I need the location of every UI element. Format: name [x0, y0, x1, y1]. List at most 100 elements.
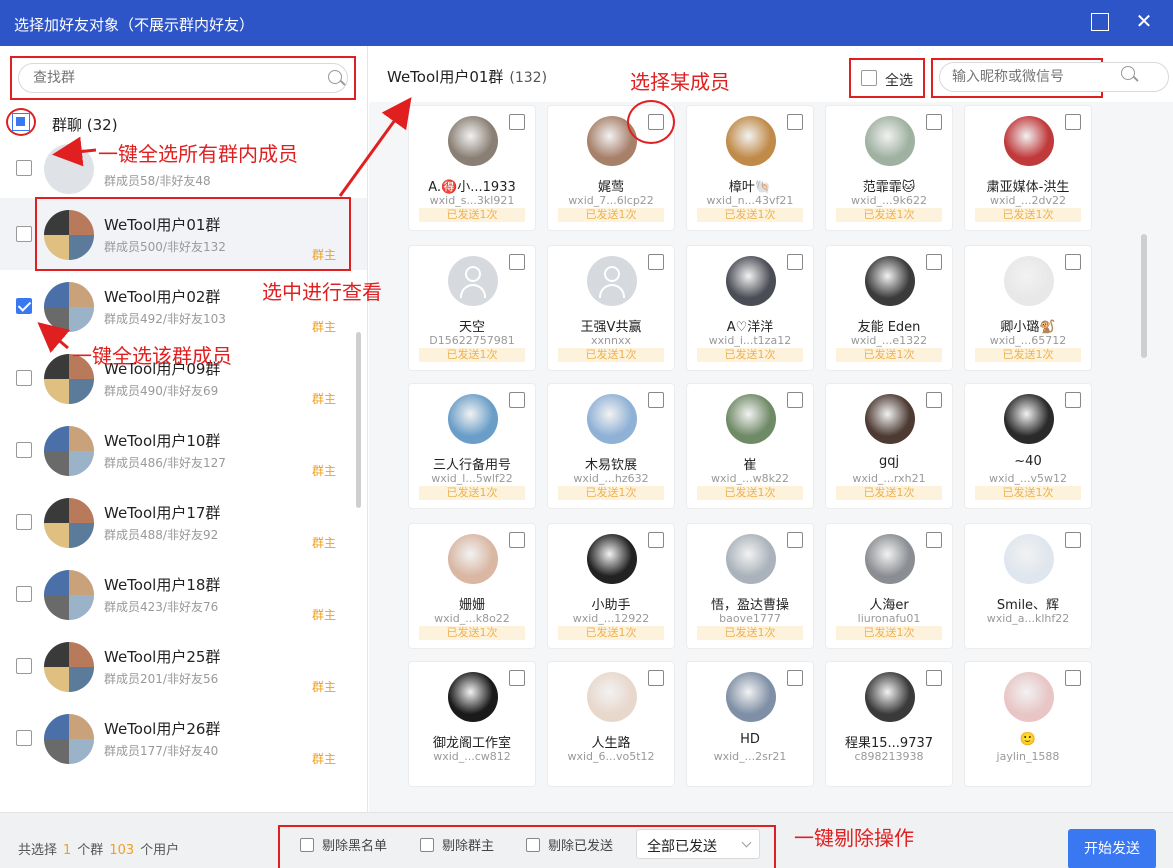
annotation-select-member: 选择某成员	[630, 70, 730, 94]
member-checkbox[interactable]	[787, 670, 803, 686]
left-scrollbar[interactable]	[356, 332, 361, 508]
member-checkbox[interactable]	[648, 532, 664, 548]
member-card[interactable]: ~40 wxid_...v5w12 已发送1次	[965, 384, 1091, 508]
remove-owner-checkbox[interactable]	[420, 838, 434, 852]
member-checkbox[interactable]	[509, 532, 525, 548]
member-card[interactable]: 姗姗 wxid_...k8o22 已发送1次	[409, 524, 535, 648]
remove-blacklist-option[interactable]: 剔除黑名单	[300, 835, 387, 854]
member-checkbox[interactable]	[648, 670, 664, 686]
member-checkbox[interactable]	[1065, 532, 1081, 548]
member-checkbox[interactable]	[787, 532, 803, 548]
member-card[interactable]: 崔 wxid_...w8k22 已发送1次	[687, 384, 813, 508]
member-card[interactable]: HD wxid_...2sr21	[687, 662, 813, 786]
member-card[interactable]: A♡洋洋 wxid_i...t1za12 已发送1次	[687, 246, 813, 370]
member-checkbox[interactable]	[509, 392, 525, 408]
group-row[interactable]: WeTool用户01群 群成员500/非好友132 群主	[0, 198, 367, 270]
group-checkbox[interactable]	[16, 658, 32, 674]
group-checkbox[interactable]	[16, 370, 32, 386]
member-checkbox[interactable]	[926, 254, 942, 270]
member-card[interactable]: 友能 Eden wxid_...e1322 已发送1次	[826, 246, 952, 370]
sent-badge: 已发送1次	[558, 208, 664, 222]
group-checkbox[interactable]	[16, 298, 32, 314]
group-checkbox[interactable]	[16, 226, 32, 242]
group-owner-badge: 群主	[312, 608, 337, 622]
member-card[interactable]: 天空 D15622757981 已发送1次	[409, 246, 535, 370]
close-icon[interactable]: ✕	[1132, 9, 1156, 33]
member-checkbox[interactable]	[787, 114, 803, 130]
member-id: wxid_...v5w12	[988, 472, 1068, 485]
member-checkbox[interactable]	[926, 670, 942, 686]
member-card[interactable]: gqj wxid_...rxh21 已发送1次	[826, 384, 952, 508]
member-checkbox[interactable]	[787, 254, 803, 270]
member-card[interactable]: 悟，盈达曹操 baove1777 已发送1次	[687, 524, 813, 648]
maximize-icon[interactable]	[1091, 13, 1109, 31]
member-card[interactable]: 御龙阁工作室 wxid_...cw812	[409, 662, 535, 786]
member-card[interactable]: 樟叶🐚 wxid_n...43vf21 已发送1次	[687, 106, 813, 230]
group-checkbox[interactable]	[16, 514, 32, 530]
member-id: wxid_...12922	[572, 612, 650, 625]
member-checkbox[interactable]	[509, 254, 525, 270]
member-avatar	[865, 534, 915, 584]
member-id: wxid_...w8k22	[711, 472, 789, 485]
sent-filter-select[interactable]: 全部已发送	[636, 829, 760, 859]
member-avatar	[865, 394, 915, 444]
group-row[interactable]: WeTool用户25群 群成员201/非好友56 群主	[0, 630, 367, 702]
remove-sent-checkbox[interactable]	[526, 838, 540, 852]
member-card[interactable]: 卿小璐🐒 wxid_...65712 已发送1次	[965, 246, 1091, 370]
member-group-title: WeTool用户01群 (132)	[387, 66, 547, 87]
group-row[interactable]: WeTool用户18群 群成员423/非好友76 群主	[0, 558, 367, 630]
group-owner-badge: 群主	[312, 320, 337, 334]
select-all-groups-checkbox[interactable]	[12, 113, 30, 131]
remove-blacklist-checkbox[interactable]	[300, 838, 314, 852]
search-icon[interactable]	[1121, 66, 1135, 80]
member-checkbox[interactable]	[926, 392, 942, 408]
member-card[interactable]: 程果15...9737 c898213938	[826, 662, 952, 786]
member-card[interactable]: ⁠🙂 jaylin_1588	[965, 662, 1091, 786]
member-checkbox[interactable]	[787, 392, 803, 408]
member-checkbox[interactable]	[1065, 670, 1081, 686]
member-card[interactable]: 人海er liuronafu01 已发送1次	[826, 524, 952, 648]
member-card[interactable]: A.🉐小...1933 wxid_s...3kl921 已发送1次	[409, 106, 535, 230]
group-checkbox[interactable]	[16, 442, 32, 458]
member-checkbox[interactable]	[509, 114, 525, 130]
member-id: xxnnxx	[591, 334, 631, 347]
member-checkbox[interactable]	[926, 114, 942, 130]
member-card[interactable]: 人生路 wxid_6...vo5t12	[548, 662, 674, 786]
member-card[interactable]: 三人行备用号 wxid_l...5wlf22 已发送1次	[409, 384, 535, 508]
group-search-input[interactable]	[18, 63, 348, 93]
member-card[interactable]: 粛亚媒体-洪生 wxid_...2dv22 已发送1次	[965, 106, 1091, 230]
member-card[interactable]: 小助手 wxid_...12922 已发送1次	[548, 524, 674, 648]
member-checkbox[interactable]	[648, 392, 664, 408]
group-checkbox[interactable]	[16, 160, 32, 176]
member-card[interactable]: 木易钦展 wxid_...hz632 已发送1次	[548, 384, 674, 508]
member-checkbox[interactable]	[926, 532, 942, 548]
start-send-button[interactable]: 开始发送	[1068, 829, 1156, 868]
remove-sent-option[interactable]: 剔除已发送	[526, 835, 613, 854]
member-checkbox[interactable]	[648, 254, 664, 270]
member-card[interactable]: 范霏霏🐱 wxid_...9k622 已发送1次	[826, 106, 952, 230]
select-all-members-checkbox[interactable]	[861, 70, 877, 86]
group-row[interactable]: WeTool用户10群 群成员486/非好友127 群主	[0, 414, 367, 486]
member-id: D15622757981	[429, 334, 515, 347]
group-checkbox[interactable]	[16, 586, 32, 602]
right-scrollbar[interactable]	[1141, 234, 1147, 358]
member-card[interactable]: Smile、辉 wxid_a...klhf22	[965, 524, 1091, 648]
group-row[interactable]: WeTool用户26群 群成员177/非好友40 群主	[0, 702, 367, 774]
search-icon[interactable]	[328, 70, 342, 84]
group-owner-badge: 群主	[312, 536, 337, 550]
group-member-stats: 群成员500/非好友132	[104, 240, 226, 254]
member-checkbox[interactable]	[1065, 254, 1081, 270]
member-avatar	[1004, 394, 1054, 444]
group-name: WeTool用户18群	[104, 576, 221, 594]
group-member-stats: 群成员201/非好友56	[104, 672, 219, 686]
remove-owner-option[interactable]: 剔除群主	[420, 835, 494, 854]
group-member-stats: 群成员490/非好友69	[104, 384, 219, 398]
member-checkbox[interactable]	[509, 670, 525, 686]
member-name: 王强V共赢	[580, 320, 642, 335]
member-checkbox[interactable]	[1065, 392, 1081, 408]
member-card[interactable]: 王强V共赢 xxnnxx 已发送1次	[548, 246, 674, 370]
group-row[interactable]: WeTool用户17群 群成员488/非好友92 群主	[0, 486, 367, 558]
member-header: WeTool用户01群 (132) 全选	[369, 46, 1173, 102]
member-checkbox[interactable]	[1065, 114, 1081, 130]
group-checkbox[interactable]	[16, 730, 32, 746]
